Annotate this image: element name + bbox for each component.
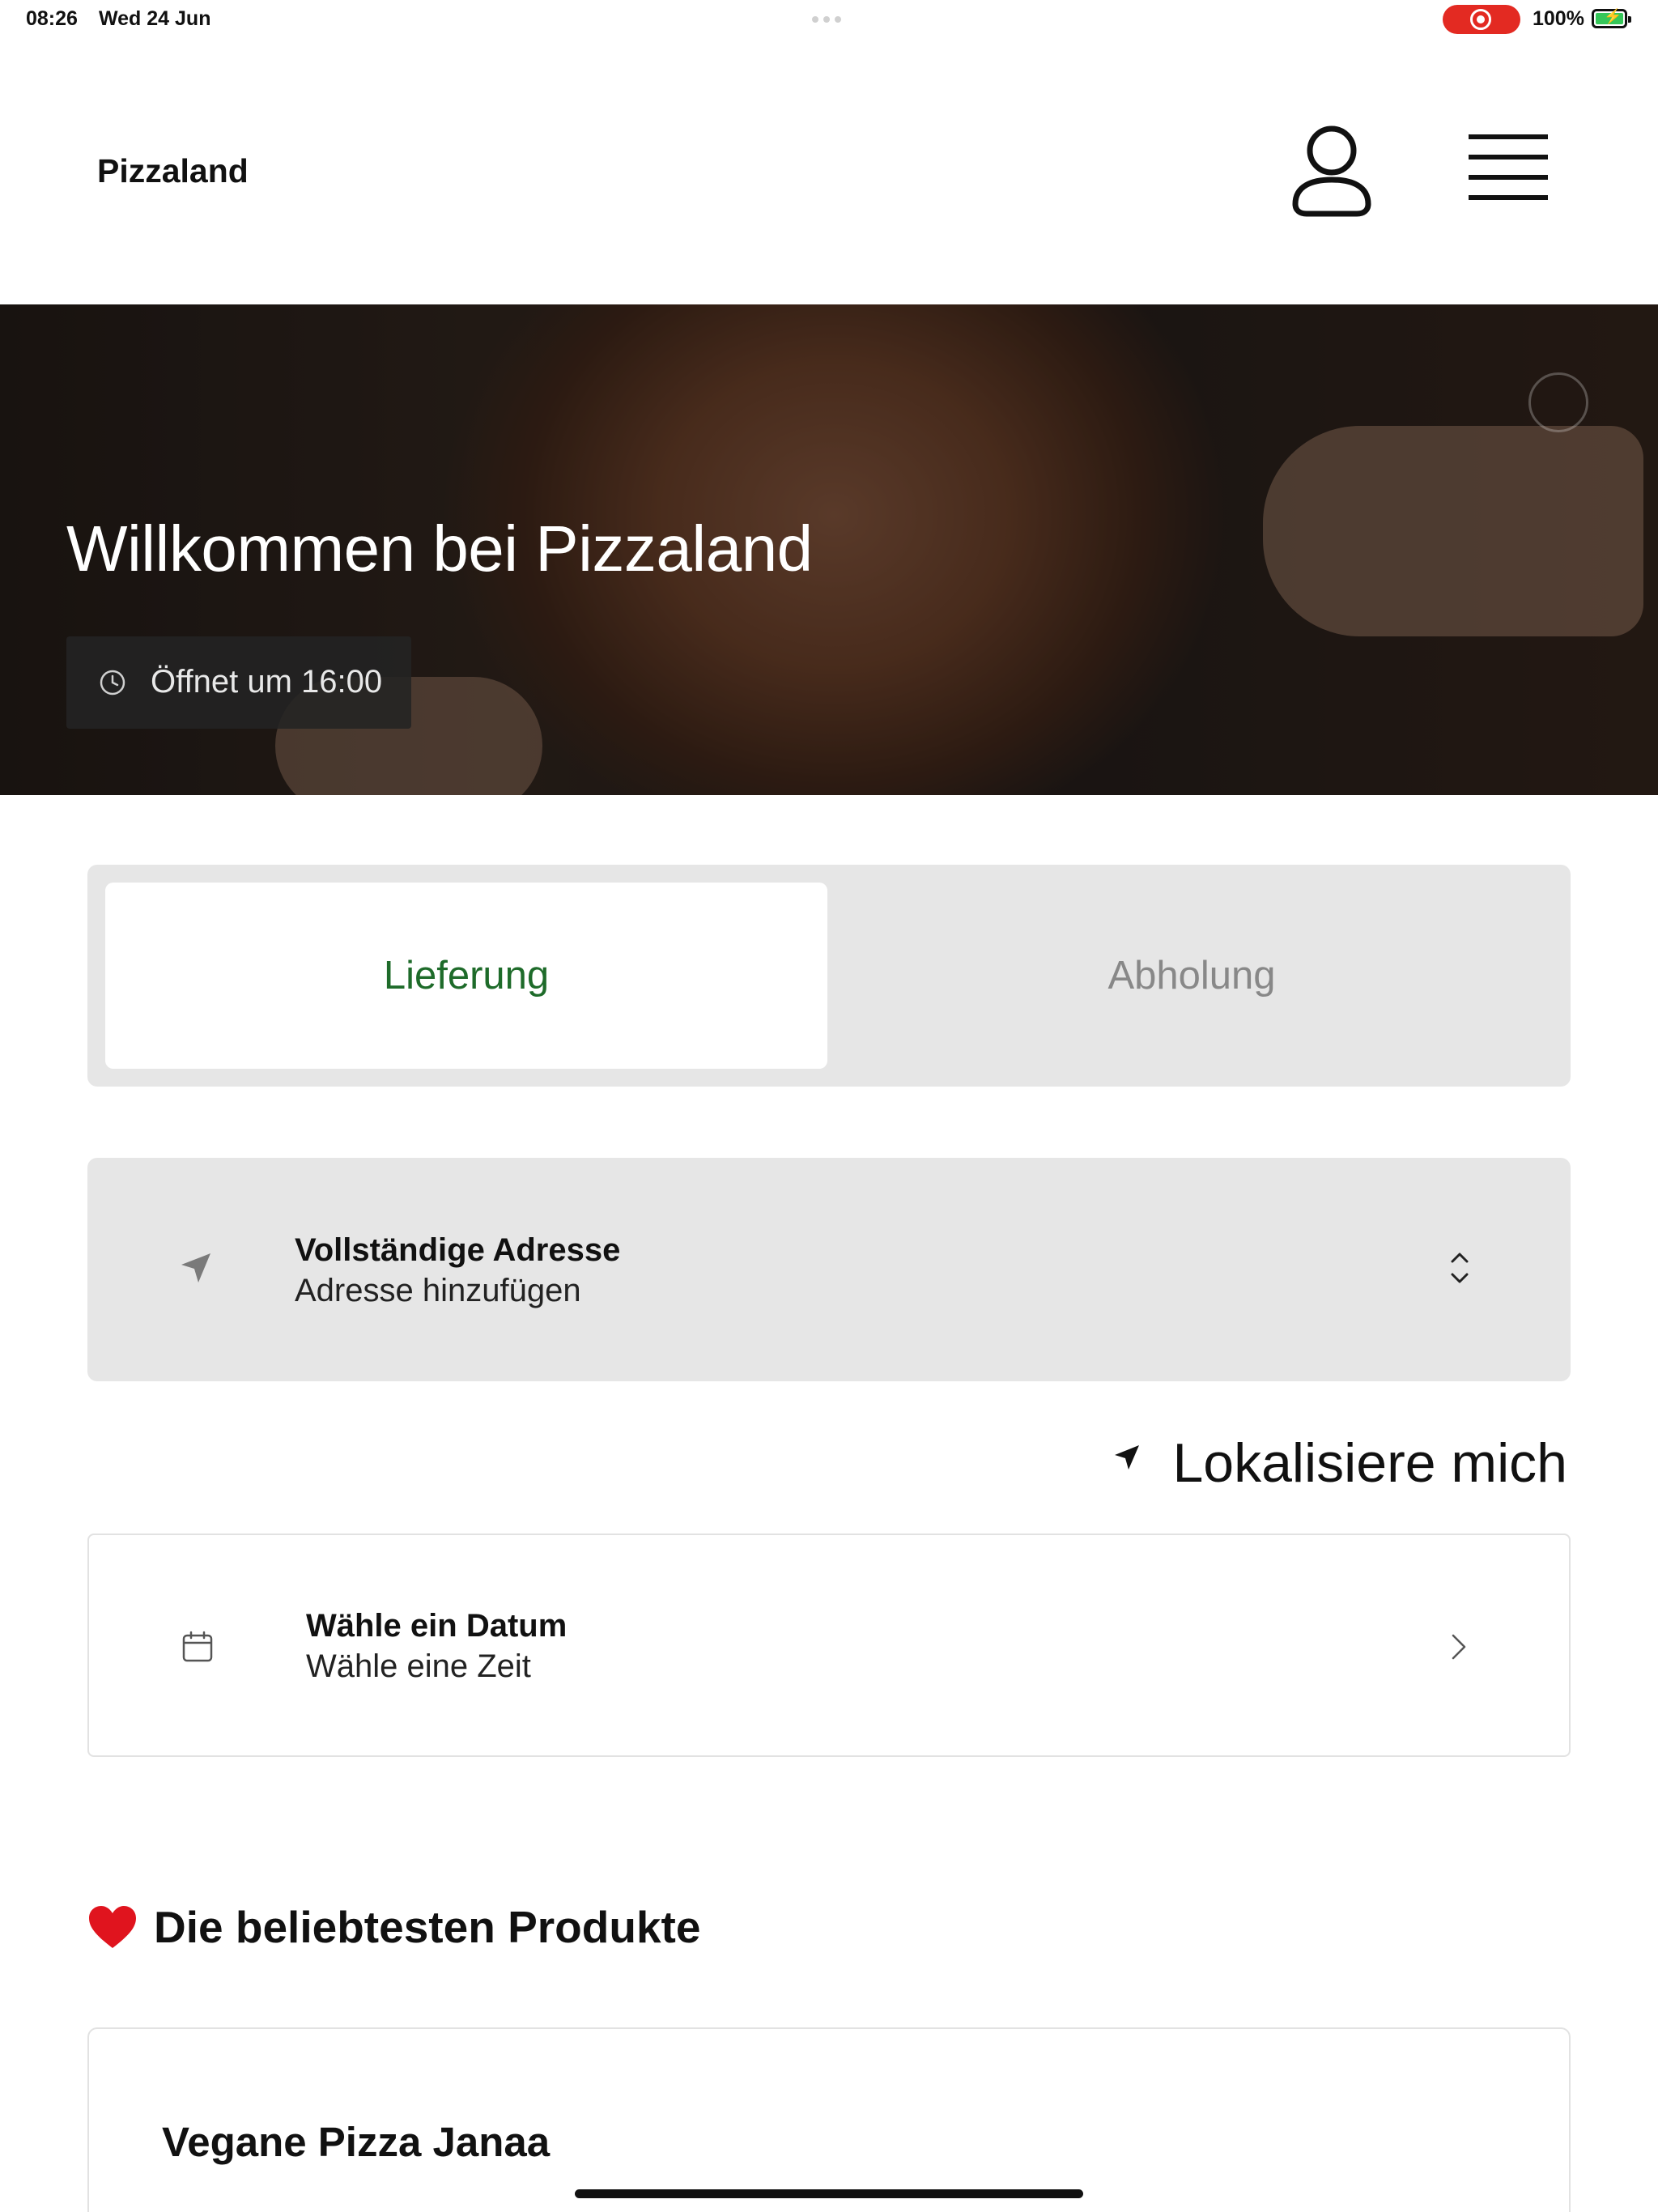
hero-banner: Willkommen bei Pizzaland Öffnet um 16:00 (0, 304, 1658, 795)
location-arrow-icon (181, 1253, 210, 1283)
brand-title[interactable]: Pizzaland (97, 152, 249, 190)
status-date: Wed 24 Jun (99, 7, 211, 30)
tab-pickup[interactable]: Abholung (831, 883, 1553, 1069)
locate-me-button[interactable]: Lokalisiere mich (1107, 1427, 1571, 1495)
multitasking-dots-icon[interactable] (812, 16, 841, 23)
location-arrow-icon (1115, 1445, 1139, 1470)
menu-button[interactable] (1457, 130, 1559, 211)
schedule-subtitle: Wähle eine Zeit (306, 1648, 531, 1684)
address-title: Vollständige Adresse (295, 1232, 621, 1268)
address-selector[interactable]: Vollständige Adresse Adresse hinzufügen (87, 1158, 1571, 1381)
clock-icon (100, 670, 125, 696)
product-name: Vegane Pizza Janaa (162, 2119, 551, 2165)
schedule-title: Wähle ein Datum (306, 1608, 568, 1644)
product-card[interactable]: Vegane Pizza Janaa (87, 2027, 1571, 2212)
battery-percentage: 100% (1533, 7, 1584, 30)
calendar-icon (182, 1631, 213, 1662)
tab-delivery[interactable]: Lieferung (105, 883, 827, 1069)
screen-recording-indicator[interactable] (1443, 5, 1520, 34)
account-button[interactable] (1287, 120, 1376, 225)
hero-badge-icon (1528, 372, 1588, 432)
app-header: Pizzaland (0, 39, 1658, 304)
opening-hours-badge: Öffnet um 16:00 (66, 636, 411, 729)
order-mode-switch: Lieferung Abholung (87, 865, 1571, 1087)
user-icon (1292, 125, 1371, 217)
hamburger-menu-icon (1469, 134, 1548, 200)
heart-icon (89, 1906, 136, 1948)
chevron-right-icon (1452, 1634, 1466, 1660)
hero-title: Willkommen bei Pizzaland (66, 513, 813, 585)
status-bar: 08:26 Wed 24 Jun 100% (0, 0, 1658, 39)
opening-hours-text: Öffnet um 16:00 (151, 664, 383, 700)
battery-icon (1592, 8, 1631, 28)
home-indicator[interactable] (575, 2189, 1083, 2198)
status-time: 08:26 (26, 7, 78, 30)
popular-products-heading: Die beliebtesten Produkte (87, 1898, 700, 1956)
schedule-selector[interactable]: Wähle ein Datum Wähle eine Zeit (87, 1534, 1571, 1757)
popular-products-title: Die beliebtesten Produkte (154, 1902, 701, 1952)
address-subtitle: Adresse hinzufügen (295, 1273, 581, 1308)
chevron-up-down-icon (1451, 1253, 1469, 1283)
locate-me-label: Lokalisiere mich (1172, 1432, 1567, 1494)
record-icon (1470, 9, 1491, 30)
